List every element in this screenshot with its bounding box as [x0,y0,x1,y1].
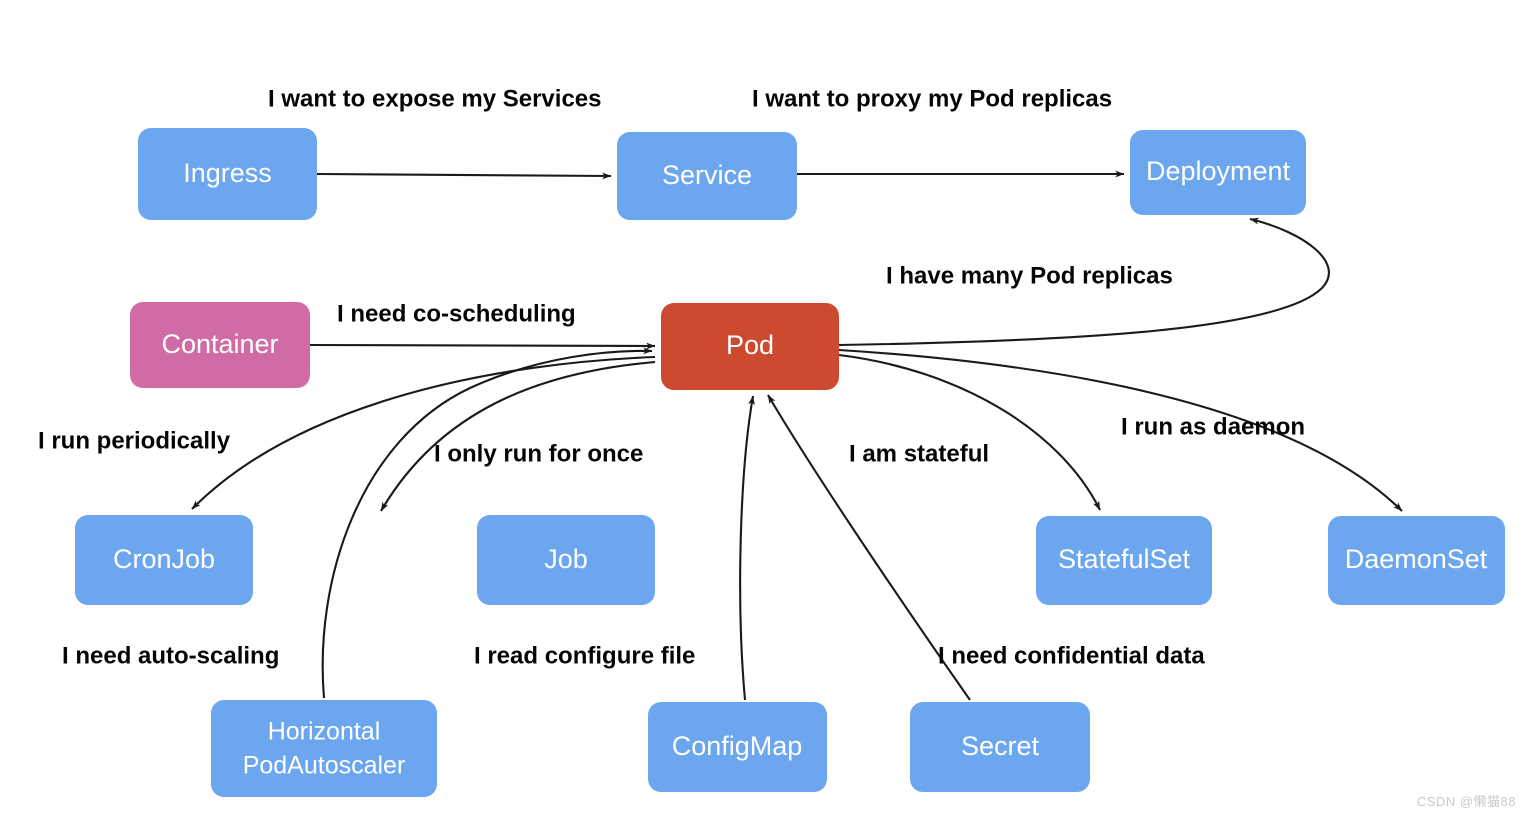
node-daemonset[interactable]: DaemonSet [1328,516,1505,605]
node-container[interactable]: Container [130,302,310,388]
edge-ingress-service [316,172,612,180]
node-pod-label: Pod [726,330,774,360]
node-ingress-label: Ingress [183,158,272,188]
edge-label-hpa-pod: I need auto-scaling [62,642,279,669]
edge-label-job-pod: I only run for once [434,440,643,467]
edge-container-pod [309,342,656,350]
node-configmap[interactable]: ConfigMap [648,702,827,792]
edge-label-pod-statefulset: I am stateful [849,440,989,467]
node-deployment[interactable]: Deployment [1130,130,1306,215]
edge-label-configmap-pod: I read configure file [474,642,695,669]
kubernetes-relationship-diagram: I want to expose my Services I want to p… [0,0,1530,818]
node-deployment-label: Deployment [1146,156,1291,186]
edge-label-ingress-service: I want to expose my Services [268,85,601,112]
edge-pod-statefulset [838,353,1101,511]
edge-label-container-pod: I need co-scheduling [337,300,576,327]
node-layer: Ingress Service Deployment Container Pod [75,128,1505,797]
node-daemonset-label: DaemonSet [1345,544,1488,574]
node-cronjob[interactable]: CronJob [75,515,253,605]
node-service-label: Service [662,160,752,190]
edge-label-secret-pod: I need confidential data [938,642,1205,669]
node-secret-label: Secret [961,731,1040,761]
edge-job-pod [380,360,656,512]
edge-label-pod-deployment: I have many Pod replicas [886,262,1173,289]
node-statefulset-label: StatefulSet [1058,544,1191,574]
diagram-canvas: I want to expose my Services I want to p… [38,85,1505,797]
edge-configmap-pod [739,395,755,701]
node-container-label: Container [161,329,278,359]
node-secret[interactable]: Secret [910,702,1090,792]
node-pod[interactable]: Pod [661,303,839,390]
node-statefulset[interactable]: StatefulSet [1036,516,1212,605]
node-cronjob-label: CronJob [113,544,215,574]
node-horizontal-pod-autoscaler[interactable]: Horizontal PodAutoscaler [211,700,437,797]
node-horizontal-pod-autoscaler-label-line2: PodAutoscaler [243,752,406,780]
node-horizontal-pod-autoscaler-label-line1: Horizontal [268,718,381,746]
edge-label-pod-daemonset: I run as daemon [1121,413,1305,440]
csdn-watermark: CSDN @懒猫88 [1416,794,1516,809]
node-horizontal-pod-autoscaler-box[interactable] [211,700,437,797]
node-ingress[interactable]: Ingress [138,128,317,220]
edge-label-cronjob-pod: I run periodically [38,427,231,454]
node-job[interactable]: Job [477,515,655,605]
node-configmap-label: ConfigMap [672,731,803,761]
edge-label-service-deployment: I want to proxy my Pod replicas [752,85,1112,112]
node-job-label: Job [544,544,588,574]
node-service[interactable]: Service [617,132,797,220]
